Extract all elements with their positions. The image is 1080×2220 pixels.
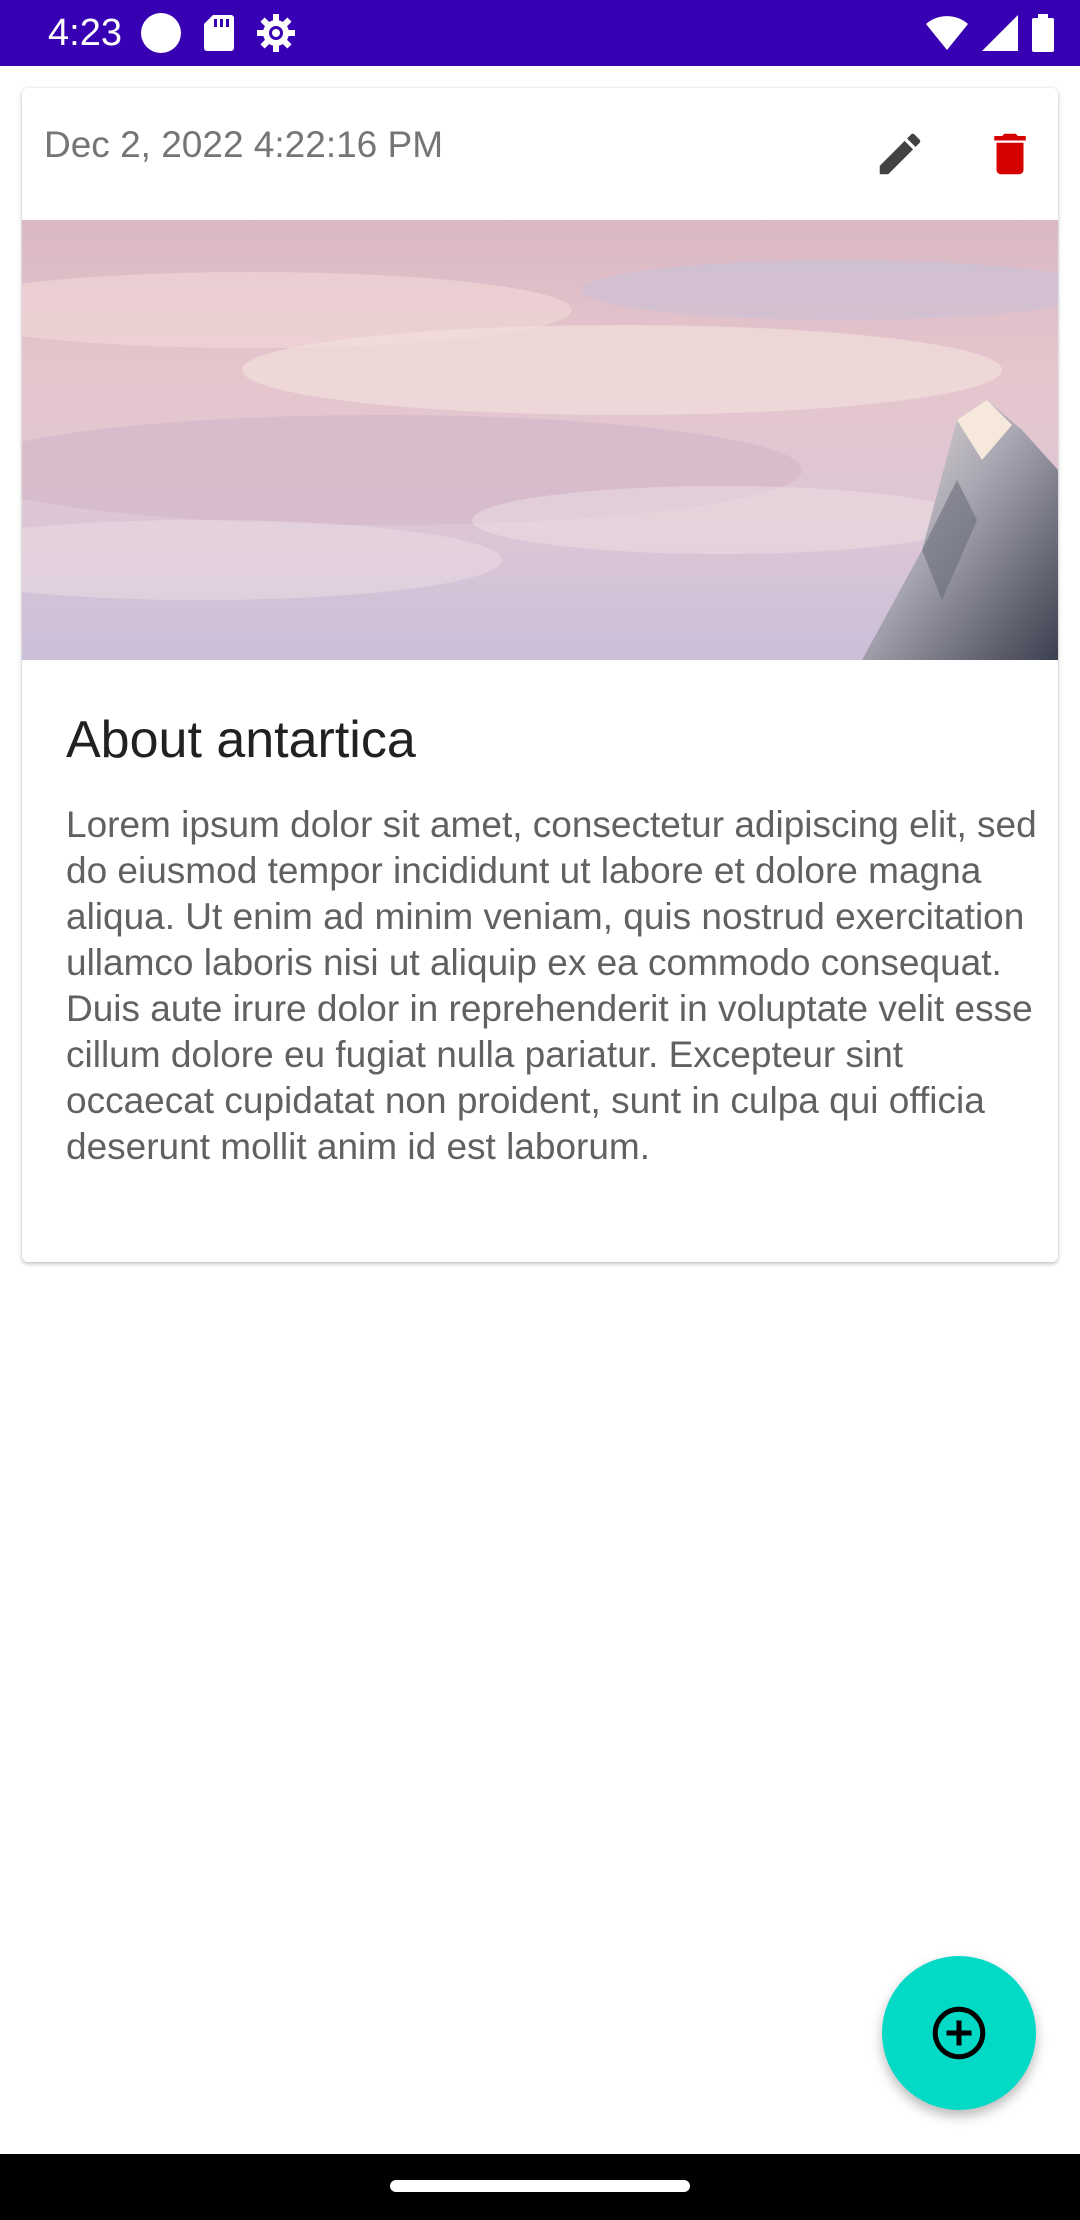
status-time: 4:23 — [48, 12, 122, 54]
status-system-icons — [926, 13, 1054, 53]
note-card-header: Dec 2, 2022 4:22:16 PM — [22, 88, 1058, 220]
wifi-icon — [926, 16, 968, 50]
note-image — [22, 220, 1058, 660]
navigation-bar — [0, 2154, 1080, 2220]
note-date: Dec 2, 2022 4:22:16 PM — [44, 124, 444, 165]
home-gesture-handle[interactable] — [390, 2180, 690, 2192]
status-notification-icons — [140, 13, 296, 53]
trash-icon — [994, 133, 1026, 175]
add-note-button[interactable] — [882, 1956, 1036, 2110]
note-title: About antartica — [66, 711, 416, 769]
pencil-icon — [879, 133, 921, 175]
add-circle-icon — [932, 2006, 986, 2060]
note-card[interactable]: Dec 2, 2022 4:22:16 PM About antartica L… — [22, 88, 1058, 1262]
cell-signal-icon — [982, 15, 1018, 51]
battery-icon — [1032, 14, 1054, 52]
settings-gear-icon — [256, 13, 296, 53]
sd-card-icon — [204, 15, 234, 51]
status-bar: 4:23 — [0, 0, 1080, 66]
delete-button[interactable] — [968, 112, 1052, 196]
edit-button[interactable] — [858, 112, 942, 196]
note-body: Lorem ipsum dolor sit amet, consectetur … — [66, 804, 1037, 1167]
circle-notification-icon — [140, 12, 182, 54]
